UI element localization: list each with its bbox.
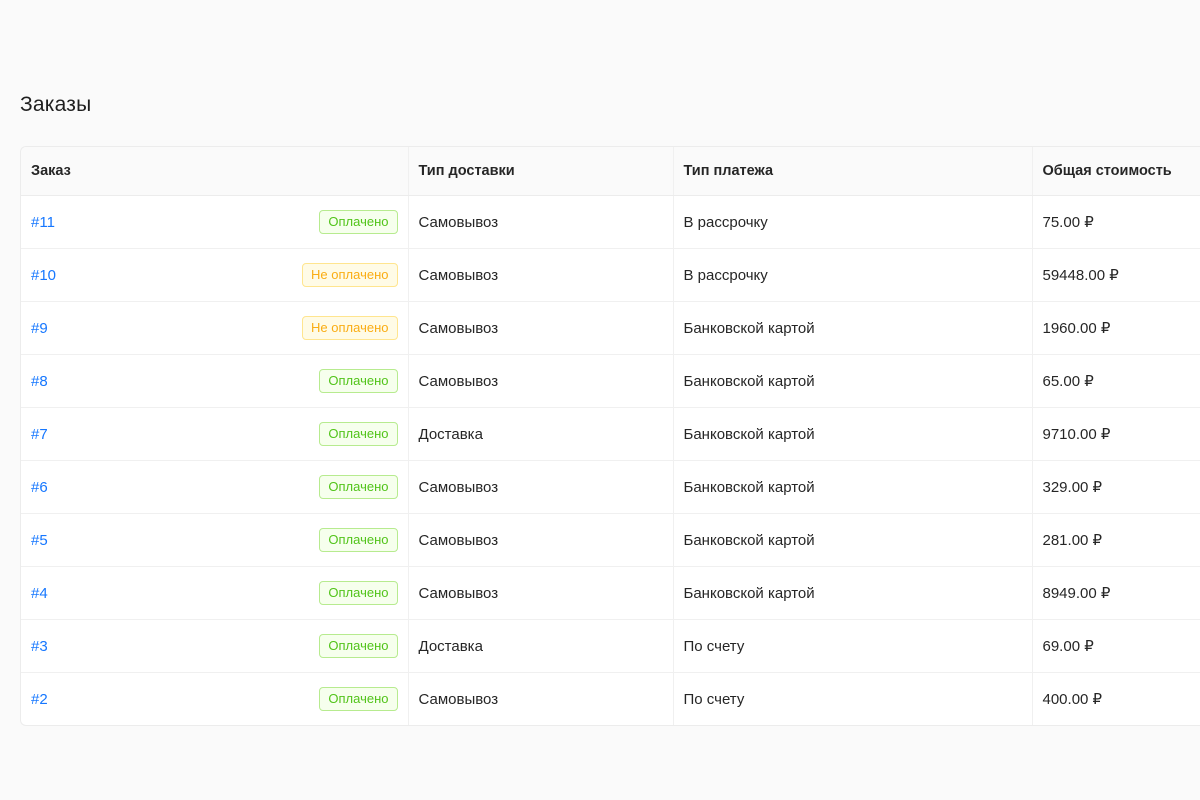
payment-type-cell: В рассрочку — [672, 248, 1032, 302]
order-cell: #9 Не оплачено — [21, 301, 408, 355]
delivery-type-cell: Самовывоз — [407, 248, 673, 302]
payment-type-cell: В рассрочку — [672, 195, 1032, 249]
order-cell: #6 Оплачено — [21, 460, 408, 514]
payment-type-cell: Банковской картой — [672, 407, 1032, 461]
delivery-type-cell: Доставка — [407, 619, 673, 673]
payment-type-cell: Банковской картой — [672, 301, 1032, 355]
table-row: #3 Оплачено Доставка По счету 69.00 ₽ — [21, 619, 1200, 673]
order-link[interactable]: #2 — [31, 691, 48, 708]
status-badge: Оплачено — [319, 369, 398, 393]
table-row: #7 Оплачено Доставка Банковской картой 9… — [21, 407, 1200, 461]
order-link[interactable]: #4 — [31, 585, 48, 602]
order-cell: #4 Оплачено — [21, 566, 408, 620]
payment-type-cell: Банковской картой — [672, 460, 1032, 514]
payment-type-cell: По счету — [672, 672, 1032, 725]
total-cost-cell: 75.00 ₽ — [1031, 195, 1200, 249]
order-link[interactable]: #8 — [31, 373, 48, 390]
order-link[interactable]: #7 — [31, 426, 48, 443]
status-badge: Оплачено — [319, 528, 398, 552]
total-cost-cell: 1960.00 ₽ — [1031, 301, 1200, 355]
order-cell: #10 Не оплачено — [21, 248, 408, 302]
total-cost-cell: 329.00 ₽ — [1031, 460, 1200, 514]
table-row: #9 Не оплачено Самовывоз Банковской карт… — [21, 301, 1200, 355]
order-link[interactable]: #6 — [31, 479, 48, 496]
orders-table: Заказ Тип доставки Тип платежа Общая сто… — [21, 147, 1200, 725]
order-link[interactable]: #11 — [31, 214, 55, 231]
table-row: #4 Оплачено Самовывоз Банковской картой … — [21, 566, 1200, 620]
order-cell: #7 Оплачено — [21, 407, 408, 461]
order-cell: #3 Оплачено — [21, 619, 408, 673]
payment-type-cell: Банковской картой — [672, 354, 1032, 408]
orders-table-body: #11 Оплачено Самовывоз В рассрочку 75.00… — [21, 195, 1200, 726]
status-badge: Оплачено — [319, 687, 398, 711]
status-badge: Оплачено — [319, 475, 398, 499]
payment-type-cell: По счету — [672, 619, 1032, 673]
table-row: #11 Оплачено Самовывоз В рассрочку 75.00… — [21, 195, 1200, 249]
order-link[interactable]: #3 — [31, 638, 48, 655]
status-badge: Не оплачено — [302, 316, 398, 340]
orders-table-container: Заказ Тип доставки Тип платежа Общая сто… — [20, 146, 1200, 726]
total-cost-cell: 59448.00 ₽ — [1031, 248, 1200, 302]
status-badge: Оплачено — [319, 210, 398, 234]
total-cost-cell: 65.00 ₽ — [1031, 354, 1200, 408]
delivery-type-cell: Самовывоз — [407, 354, 673, 408]
total-cost-cell: 281.00 ₽ — [1031, 513, 1200, 567]
table-row: #10 Не оплачено Самовывоз В рассрочку 59… — [21, 248, 1200, 302]
column-header-total-cost: Общая стоимость — [1031, 147, 1200, 196]
status-badge: Не оплачено — [302, 263, 398, 287]
delivery-type-cell: Самовывоз — [407, 195, 673, 249]
column-header-delivery-type: Тип доставки — [407, 147, 673, 196]
table-header-row: Заказ Тип доставки Тип платежа Общая сто… — [21, 147, 1200, 196]
total-cost-cell: 8949.00 ₽ — [1031, 566, 1200, 620]
delivery-type-cell: Самовывоз — [407, 460, 673, 514]
table-row: #5 Оплачено Самовывоз Банковской картой … — [21, 513, 1200, 567]
total-cost-cell: 9710.00 ₽ — [1031, 407, 1200, 461]
order-link[interactable]: #9 — [31, 320, 48, 337]
delivery-type-cell: Самовывоз — [407, 566, 673, 620]
delivery-type-cell: Доставка — [407, 407, 673, 461]
delivery-type-cell: Самовывоз — [407, 672, 673, 725]
payment-type-cell: Банковской картой — [672, 566, 1032, 620]
table-row: #6 Оплачено Самовывоз Банковской картой … — [21, 460, 1200, 514]
orders-page: Заказы Заказ Тип доставки Тип платежа Об… — [0, 0, 1200, 800]
delivery-type-cell: Самовывоз — [407, 513, 673, 567]
order-cell: #11 Оплачено — [21, 195, 408, 249]
column-header-payment-type: Тип платежа — [672, 147, 1032, 196]
order-cell: #8 Оплачено — [21, 354, 408, 408]
total-cost-cell: 69.00 ₽ — [1031, 619, 1200, 673]
total-cost-cell: 400.00 ₽ — [1031, 672, 1200, 725]
order-cell: #5 Оплачено — [21, 513, 408, 567]
column-header-order: Заказ — [21, 147, 408, 196]
order-link[interactable]: #10 — [31, 267, 56, 284]
table-row: #2 Оплачено Самовывоз По счету 400.00 ₽ — [21, 672, 1200, 726]
order-link[interactable]: #5 — [31, 532, 48, 549]
status-badge: Оплачено — [319, 581, 398, 605]
payment-type-cell: Банковской картой — [672, 513, 1032, 567]
delivery-type-cell: Самовывоз — [407, 301, 673, 355]
order-cell: #2 Оплачено — [21, 673, 408, 726]
table-row: #8 Оплачено Самовывоз Банковской картой … — [21, 354, 1200, 408]
status-badge: Оплачено — [319, 422, 398, 446]
page-title: Заказы — [20, 93, 92, 116]
status-badge: Оплачено — [319, 634, 398, 658]
